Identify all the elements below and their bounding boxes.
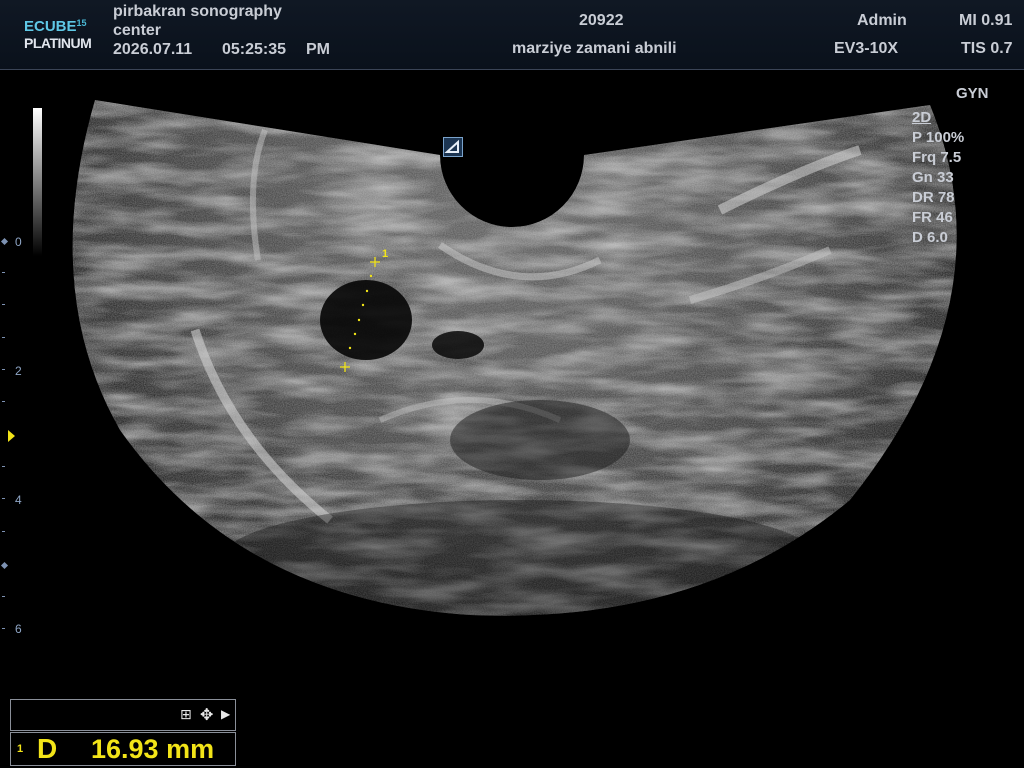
measurement-toolbar: ⊞ ✥ ▶	[10, 699, 236, 731]
move-icon[interactable]: ✥	[200, 705, 213, 725]
imaging-parameters: 2D P 100% Frq 7.5 Gn 33 DR 78 FR 46 D 6.…	[912, 108, 964, 248]
measurement-label: D	[37, 733, 58, 764]
patient-id: 20922	[579, 12, 624, 29]
depth-label-2: 2	[15, 364, 22, 378]
measurement-value: 16.93 mm	[91, 734, 215, 764]
param-frame-rate: FR 46	[912, 209, 953, 226]
param-power: P 100%	[912, 129, 965, 146]
logo-bottom: PLATINUM	[24, 35, 92, 51]
param-depth: D 6.0	[912, 229, 948, 246]
orientation-icon	[444, 139, 459, 153]
focus-marker-icon[interactable]	[8, 430, 15, 442]
logo-number: 15	[76, 18, 87, 28]
param-gain: Gn 33	[912, 169, 954, 186]
caliper-index-label: 1	[382, 248, 388, 260]
depth-label-0: 0	[15, 235, 22, 249]
depth-tick	[2, 628, 5, 629]
grayscale-bar	[33, 108, 42, 256]
expand-arrow-icon[interactable]: ▶	[221, 707, 230, 721]
depth-label-6: 6	[15, 622, 22, 636]
depth-tick	[2, 401, 5, 402]
logo-top: ECUBE15	[24, 18, 87, 35]
operator-name: Admin	[857, 12, 907, 29]
param-dynamic-range: DR 78	[912, 189, 955, 206]
depth-tick	[2, 531, 5, 532]
grid-icon[interactable]: ⊞	[180, 706, 192, 723]
depth-tick	[2, 498, 5, 499]
ultrasound-sector	[72, 100, 957, 616]
imaging-mode: 2D	[912, 109, 932, 126]
probe-name: EV3-10X	[834, 40, 899, 57]
depth-tick	[2, 596, 5, 597]
depth-tick	[2, 369, 5, 370]
measurement-result[interactable]: 1 D 16.93 mm	[10, 732, 236, 766]
depth-tick	[2, 272, 5, 273]
institution-name: pirbakran sonography	[113, 3, 282, 20]
depth-tick	[2, 466, 5, 467]
exam-ampm: PM	[306, 41, 330, 58]
depth-label-4: 4	[15, 493, 22, 507]
thermal-index: TIS 0.7	[961, 40, 1013, 57]
mechanical-index: MI 0.91	[959, 12, 1013, 29]
depth-tick	[2, 304, 5, 305]
measurement-index: 1	[17, 743, 24, 755]
ultrasound-image[interactable]: 1	[0, 70, 1024, 768]
exam-preset: GYN	[956, 85, 989, 102]
institution-name-line2: center	[113, 22, 162, 39]
patient-name: marziye zamani abnili	[512, 40, 677, 57]
param-frequency: Frq 7.5	[912, 149, 962, 166]
brand-logo: ECUBE15 PLATINUM	[24, 18, 110, 54]
depth-tick	[2, 337, 5, 338]
header-bar: ECUBE15 PLATINUM pirbakran sonography ce…	[0, 0, 1024, 70]
exam-date: 2026.07.11	[113, 41, 193, 58]
exam-time: 05:25:35	[222, 41, 287, 58]
probe-orientation-marker	[443, 137, 463, 157]
